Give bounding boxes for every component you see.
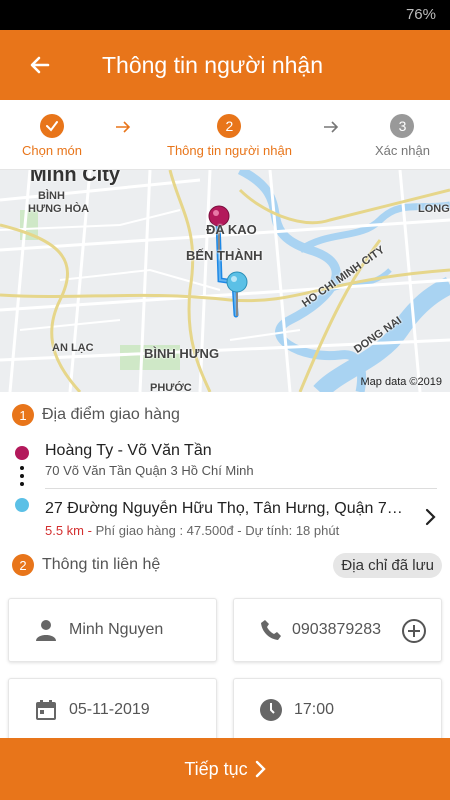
dropoff-address[interactable]: 27 Đường Nguyễn Hữu Thọ, Tân Hưng, Quận …	[45, 500, 405, 518]
phone-value: 0903879283	[292, 621, 381, 638]
pickup-name: Hoàng Ty - Võ Văn Tần	[45, 442, 212, 459]
progress-steps: Chọn món 2 Thông tin người nhận 3 Xác nh…	[0, 100, 450, 170]
map-label: BÌNH	[38, 190, 65, 202]
route-map[interactable]: Minh City BÌNH HƯNG HÒA ĐA KAO BẾN THÀNH…	[0, 170, 450, 392]
name-field[interactable]: Minh Nguyen	[8, 598, 217, 662]
back-button[interactable]	[0, 30, 80, 100]
section-title: Địa điểm giao hàng	[42, 406, 180, 423]
step-label: Thông tin người nhận	[167, 143, 292, 158]
page-title: Thông tin người nhận	[102, 51, 324, 78]
chevron-right-icon	[255, 760, 266, 778]
map-label: HƯNG HÒA	[28, 203, 90, 215]
clock-icon	[256, 695, 286, 725]
map-label: AN LẠC	[52, 342, 94, 354]
map-credit: Map data ©2019	[360, 376, 443, 388]
route-dots-icon	[20, 466, 24, 492]
section-number-badge: 1	[12, 404, 34, 426]
continue-button[interactable]: Tiếp tục	[0, 738, 450, 800]
step-choose-dish: Chọn món	[22, 114, 82, 158]
battery-level: 76%	[405, 6, 436, 23]
person-icon	[31, 615, 61, 645]
check-icon	[39, 114, 64, 138]
arrow-right-icon	[324, 121, 339, 133]
add-circle-icon[interactable]	[401, 618, 427, 644]
phone-icon	[256, 615, 286, 645]
map-label: PHƯỚC	[150, 382, 192, 392]
date-value: 05-11-2019	[69, 701, 150, 718]
phone-field[interactable]: 0903879283	[233, 598, 442, 662]
time-field[interactable]: 17:00	[233, 678, 442, 742]
distance: 5.5 km -	[45, 523, 92, 538]
map-label: Minh City	[30, 170, 120, 186]
dropoff-pin-icon	[226, 271, 248, 293]
time-value: 17:00	[294, 701, 335, 718]
section-title: Thông tin liên hệ	[42, 556, 161, 573]
step-recipient-info: 2 Thông tin người nhận	[167, 114, 292, 158]
map-label: BẾN THÀNH	[186, 248, 263, 263]
continue-label: Tiếp tục	[184, 758, 248, 779]
arrow-right-icon	[116, 121, 131, 133]
divider	[45, 488, 437, 489]
delivery-route: Hoàng Ty - Võ Văn Tần 70 Võ Văn Tần Quận…	[0, 436, 450, 544]
step-label: Chọn món	[22, 143, 82, 158]
delivery-meta: 5.5 km - Phí giao hàng : 47.500đ - Dự tí…	[45, 523, 339, 538]
map-label: ĐA KAO	[206, 222, 257, 237]
saved-address-button[interactable]: Địa chỉ đã lưu	[333, 553, 442, 578]
map-label: BÌNH HƯNG	[144, 346, 220, 361]
dropoff-dot-icon	[15, 498, 29, 512]
status-bar: 76%	[0, 0, 450, 30]
step-number: 2	[217, 114, 242, 138]
app-header: Thông tin người nhận	[0, 30, 450, 100]
pickup-dot-icon	[15, 446, 29, 460]
chevron-right-icon[interactable]	[424, 508, 436, 526]
delivery-section-header: 1 Địa điểm giao hàng	[12, 404, 180, 426]
step-confirm: 3 Xác nhận	[375, 114, 430, 158]
calendar-icon	[31, 695, 61, 725]
step-label: Xác nhận	[375, 143, 430, 158]
map-label: LONG	[418, 203, 450, 215]
contact-section-header: 2 Thông tin liên hệ	[12, 554, 160, 576]
date-field[interactable]: 05-11-2019	[8, 678, 217, 742]
step-number: 3	[390, 114, 415, 138]
fee-and-eta: Phí giao hàng : 47.500đ - Dự tính: 18 ph…	[95, 523, 340, 538]
pickup-address: 70 Võ Văn Tần Quận 3 Hồ Chí Minh	[45, 463, 254, 478]
name-value: Minh Nguyen	[69, 621, 164, 638]
back-arrow-icon	[30, 56, 50, 74]
section-number-badge: 2	[12, 554, 34, 576]
